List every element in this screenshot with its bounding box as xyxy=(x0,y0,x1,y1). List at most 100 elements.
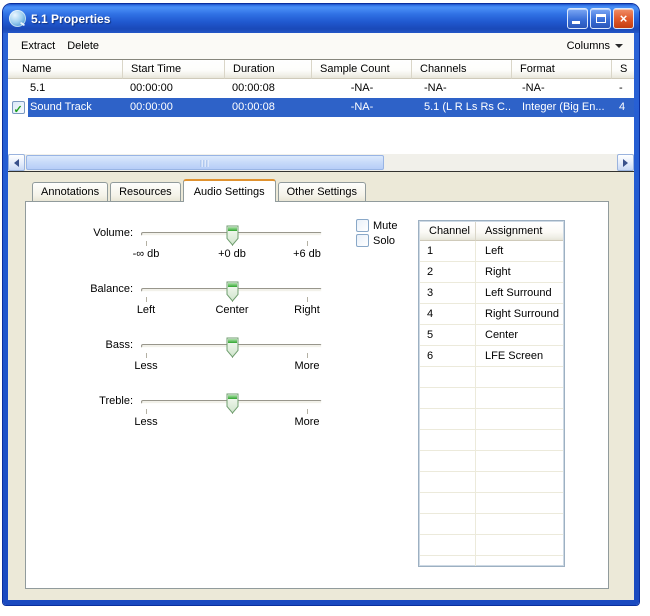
menu-item-extract[interactable]: Extract xyxy=(15,38,61,54)
tick-mark xyxy=(146,297,147,302)
treble-tick-more: More xyxy=(272,416,342,428)
channel-number: 3 xyxy=(420,283,476,304)
list-item[interactable]: 4 Right Surround xyxy=(420,304,563,325)
menu-item-delete[interactable]: Delete xyxy=(61,38,105,54)
tab-other-settings[interactable]: Other Settings xyxy=(278,182,366,201)
cell-clipped: - xyxy=(612,79,634,98)
arrow-right-icon xyxy=(623,159,628,167)
audio-settings-panel: Volume: -∞ db +0 db +6 db Balance: Lef xyxy=(25,201,609,589)
cell-format: -NA- xyxy=(512,79,612,98)
channel-table-header: Channel Assignment xyxy=(420,222,563,241)
tabs-area: Annotations Resources Audio Settings Oth… xyxy=(25,179,609,589)
tick-mark xyxy=(307,353,308,358)
table-row-selected[interactable]: Sound Track 00:00:00 00:00:08 -NA- 5.1 (… xyxy=(8,98,634,117)
channel-assignment: Left xyxy=(476,241,563,262)
empty-list-item[interactable] xyxy=(420,451,563,472)
balance-slider-thumb[interactable] xyxy=(226,281,239,302)
window-client-area: Extract Delete Columns Name Start Time D… xyxy=(8,33,634,600)
bass-slider-thumb[interactable] xyxy=(226,337,239,358)
cell-name: Sound Track xyxy=(28,98,123,117)
maximize-button[interactable] xyxy=(590,8,611,29)
column-header-format[interactable]: Format xyxy=(512,60,612,79)
balance-tick-center: Center xyxy=(197,304,267,316)
scrollbar-grip-icon xyxy=(201,160,210,167)
volume-tick-mid: +0 db xyxy=(197,248,267,260)
cell-start-time: 00:00:00 xyxy=(123,98,225,117)
channel-assignment: Left Surround xyxy=(476,283,563,304)
tick-mark xyxy=(307,241,308,246)
column-header-name[interactable]: Name xyxy=(8,60,123,79)
mute-option[interactable]: Mute xyxy=(356,219,397,232)
list-item[interactable]: 2 Right xyxy=(420,262,563,283)
scroll-left-button[interactable] xyxy=(8,154,25,171)
bass-tick-less: Less xyxy=(111,360,181,372)
tick-mark xyxy=(146,409,147,414)
channel-number: 1 xyxy=(420,241,476,262)
tab-resources[interactable]: Resources xyxy=(110,182,181,201)
column-header-channels[interactable]: Channels xyxy=(412,60,512,79)
list-item[interactable]: 6 LFE Screen xyxy=(420,346,563,367)
empty-list-item[interactable] xyxy=(420,556,563,567)
list-item[interactable]: 5 Center xyxy=(420,325,563,346)
column-header-duration[interactable]: Duration xyxy=(225,60,312,79)
title-bar[interactable]: 5.1 Properties × xyxy=(3,4,639,33)
close-button[interactable]: × xyxy=(613,8,634,29)
menu-bar: Extract Delete Columns xyxy=(8,33,634,59)
cell-format: Integer (Big En... xyxy=(512,98,612,117)
quicktime-icon xyxy=(9,10,26,27)
scrollbar-track[interactable] xyxy=(25,154,617,171)
list-item[interactable]: 1 Left xyxy=(420,241,563,262)
empty-list-item[interactable] xyxy=(420,535,563,556)
empty-list-item[interactable] xyxy=(420,472,563,493)
bass-tick-more: More xyxy=(272,360,342,372)
channel-column-header: Channel xyxy=(420,222,476,241)
maximize-icon xyxy=(596,14,606,23)
solo-option[interactable]: Solo xyxy=(356,234,395,247)
tab-annotations[interactable]: Annotations xyxy=(32,182,108,201)
column-header-sample-count[interactable]: Sample Count xyxy=(312,60,412,79)
list-item[interactable]: 3 Left Surround xyxy=(420,283,563,304)
volume-slider-thumb[interactable] xyxy=(226,225,239,246)
row-checkbox-cell[interactable] xyxy=(8,98,28,117)
empty-list-item[interactable] xyxy=(420,367,563,388)
window-title: 5.1 Properties xyxy=(31,12,567,26)
scrollbar-thumb[interactable] xyxy=(26,155,384,170)
volume-tick-max: +6 db xyxy=(272,248,342,260)
mute-checkbox[interactable] xyxy=(356,219,369,232)
balance-tick-right: Right xyxy=(272,304,342,316)
tick-mark xyxy=(307,297,308,302)
horizontal-scrollbar[interactable] xyxy=(8,154,634,171)
treble-label: Treble: xyxy=(26,395,133,407)
chevron-down-icon xyxy=(615,44,623,48)
volume-label: Volume: xyxy=(26,227,133,239)
channel-assignment: Right xyxy=(476,262,563,283)
tick-mark xyxy=(146,241,147,246)
cell-channels: -NA- xyxy=(412,79,512,98)
tab-audio-settings[interactable]: Audio Settings xyxy=(183,179,276,202)
column-header-start-time[interactable]: Start Time xyxy=(123,60,225,79)
scroll-right-button[interactable] xyxy=(617,154,634,171)
empty-list-item[interactable] xyxy=(420,430,563,451)
table-row[interactable]: 5.1 00:00:00 00:00:08 -NA- -NA- -NA- - xyxy=(8,79,634,98)
channel-number: 5 xyxy=(420,325,476,346)
empty-list-item[interactable] xyxy=(420,409,563,430)
empty-list-item[interactable] xyxy=(420,388,563,409)
close-icon: × xyxy=(614,11,633,27)
solo-checkbox[interactable] xyxy=(356,234,369,247)
columns-menu-label: Columns xyxy=(567,40,610,52)
arrow-left-icon xyxy=(14,159,19,167)
treble-slider-thumb[interactable] xyxy=(226,393,239,414)
empty-list-item[interactable] xyxy=(420,514,563,535)
cell-channels: 5.1 (L R Ls Rs C... xyxy=(412,98,512,117)
balance-label: Balance: xyxy=(26,283,133,295)
empty-list-item[interactable] xyxy=(420,493,563,514)
channel-assignment-table: Channel Assignment 1 Left 2 Right xyxy=(418,220,565,567)
cell-start-time: 00:00:00 xyxy=(123,79,225,98)
columns-menu-button[interactable]: Columns xyxy=(563,38,627,54)
cell-sample-count: -NA- xyxy=(312,98,412,117)
channel-number: 2 xyxy=(420,262,476,283)
checkbox-checked-icon[interactable] xyxy=(12,101,25,114)
column-header-clipped[interactable]: S xyxy=(612,60,634,79)
minimize-button[interactable] xyxy=(567,8,588,29)
row-checkbox-cell[interactable] xyxy=(8,79,28,98)
